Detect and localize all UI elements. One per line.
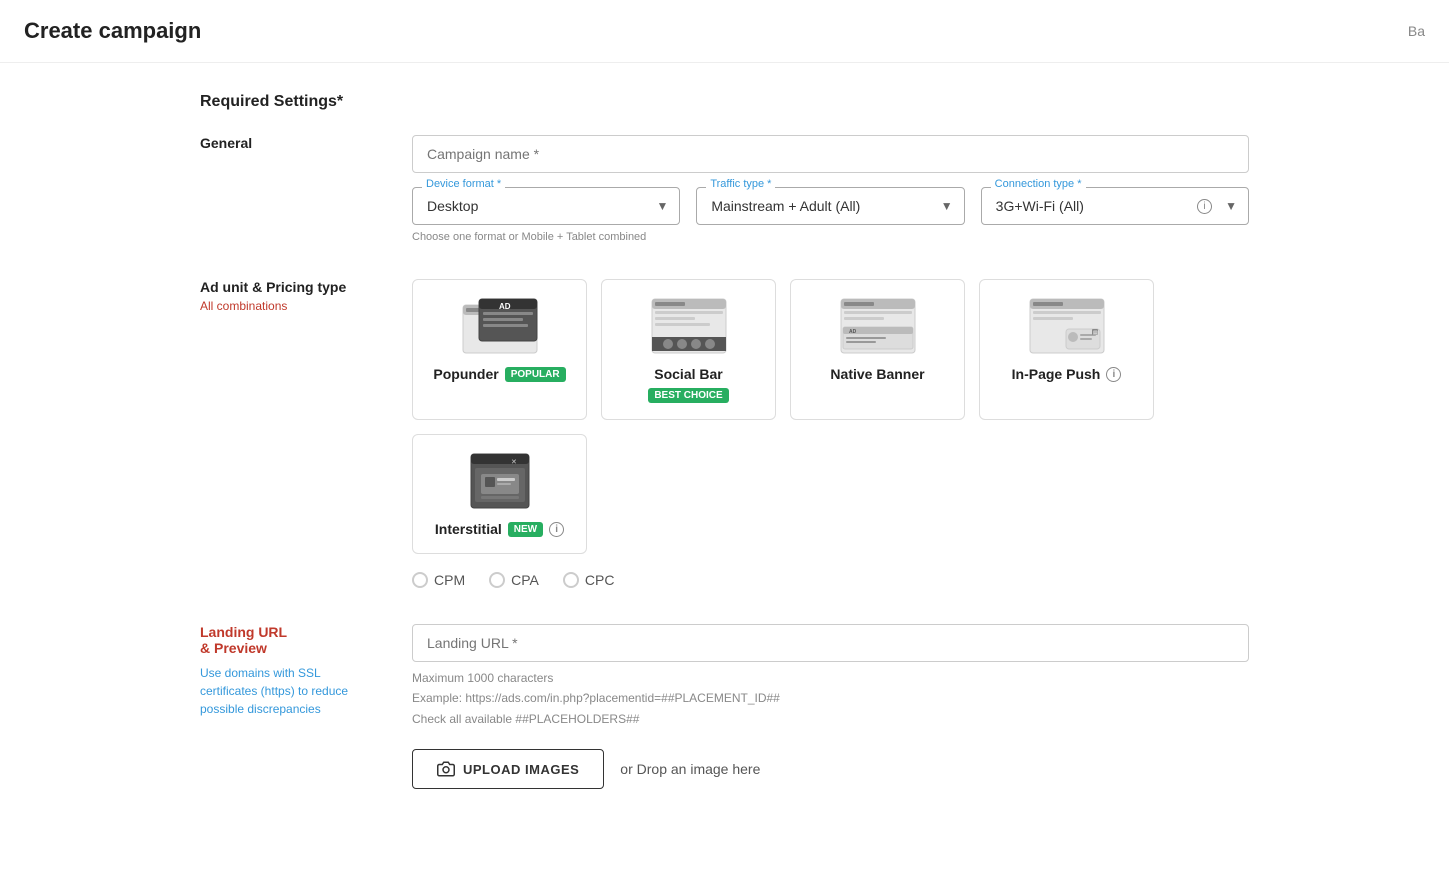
inpagepush-label: In-Page Push i xyxy=(1012,366,1122,382)
landing-url-hint: Use domains with SSL certificates (https… xyxy=(200,664,380,718)
interstitial-badge: NEW xyxy=(508,522,543,537)
pricing-cpa[interactable]: CPA xyxy=(489,572,539,588)
upload-images-label: UPLOAD IMAGES xyxy=(463,762,579,777)
ad-card-popunder[interactable]: AD Popunder POPULAR xyxy=(412,279,587,420)
upload-images-button[interactable]: UPLOAD IMAGES xyxy=(412,749,604,789)
cpc-radio-circle xyxy=(563,572,579,588)
cpm-label: CPM xyxy=(434,572,465,588)
traffic-type-wrapper: Traffic type * Mainstream + Adult (All) … xyxy=(696,187,964,225)
cpa-radio-circle xyxy=(489,572,505,588)
ad-unit-sublabel: All combinations xyxy=(200,299,380,313)
connection-type-label: Connection type * xyxy=(991,178,1086,190)
inpagepush-info-icon[interactable]: i xyxy=(1106,367,1121,382)
svg-text:▤: ▤ xyxy=(1093,330,1098,336)
device-format-select[interactable]: Desktop Mobile Tablet Mobile + Tablet xyxy=(412,187,680,225)
url-example-hint: Example: https://ads.com/in.php?placemen… xyxy=(412,688,1249,708)
url-hints: Maximum 1000 characters Example: https:/… xyxy=(412,668,1249,729)
inpagepush-icon: ▤ xyxy=(1027,296,1107,356)
landing-url-input[interactable] xyxy=(412,624,1249,662)
svg-text:✕: ✕ xyxy=(511,459,517,466)
traffic-type-select[interactable]: Mainstream + Adult (All) Mainstream Adul… xyxy=(696,187,964,225)
format-hint: Choose one format or Mobile + Tablet com… xyxy=(412,231,1249,243)
pricing-cpc[interactable]: CPC xyxy=(563,572,615,588)
popunder-badge: POPULAR xyxy=(505,367,566,382)
popunder-label: Popunder POPULAR xyxy=(433,366,565,382)
interstitial-icon: ✕ xyxy=(460,451,540,511)
page-title: Create campaign xyxy=(24,18,201,44)
landing-url-label: Landing URL & Preview xyxy=(200,624,380,656)
landing-url-section: Landing URL & Preview Use domains with S… xyxy=(200,624,1249,789)
nativebanner-label: Native Banner xyxy=(830,366,924,382)
cpc-label: CPC xyxy=(585,572,615,588)
ad-card-socialbar[interactable]: Social Bar BEST CHOICE xyxy=(601,279,776,420)
ad-unit-section: Ad unit & Pricing type All combinations … xyxy=(200,279,1249,588)
svg-text:AD: AD xyxy=(499,302,511,311)
ad-cards-grid-row2: ✕ Interstitial NEW i xyxy=(412,434,1249,554)
device-format-label: Device format * xyxy=(422,178,505,190)
back-label[interactable]: Ba xyxy=(1408,23,1425,39)
pricing-row: CPM CPA CPC xyxy=(412,572,1249,588)
ad-cards-grid: AD Popunder POPULAR xyxy=(412,279,1249,420)
ad-unit-label: Ad unit & Pricing type xyxy=(200,279,380,295)
upload-row: UPLOAD IMAGES or Drop an image here xyxy=(412,749,1249,789)
socialbar-icon xyxy=(649,296,729,356)
section-title: Required Settings* xyxy=(200,93,1249,111)
device-format-wrapper: Device format * Desktop Mobile Tablet Mo… xyxy=(412,187,680,225)
interstitial-info-icon[interactable]: i xyxy=(549,522,564,537)
camera-icon xyxy=(437,760,455,778)
url-check-hint: Check all available ##PLACEHOLDERS## xyxy=(412,709,1249,729)
cpm-radio-circle xyxy=(412,572,428,588)
connection-info-icon[interactable]: i xyxy=(1197,199,1212,214)
campaign-name-input[interactable] xyxy=(412,135,1249,173)
traffic-type-label: Traffic type * xyxy=(706,178,775,190)
url-max-hint: Maximum 1000 characters xyxy=(412,668,1249,688)
connection-type-value: 3G+Wi-Fi (All) xyxy=(996,198,1197,214)
connection-type-wrapper: Connection type * 3G+Wi-Fi (All) i ▼ xyxy=(981,187,1249,225)
popunder-icon: AD xyxy=(460,296,540,356)
ad-card-inpagepush[interactable]: ▤ In-Page Push i xyxy=(979,279,1154,420)
cpa-label: CPA xyxy=(511,572,539,588)
interstitial-label: Interstitial NEW i xyxy=(435,521,564,537)
ad-card-interstitial[interactable]: ✕ Interstitial NEW i xyxy=(412,434,587,554)
general-label: General xyxy=(200,135,380,151)
upload-or-text: or Drop an image here xyxy=(620,761,760,777)
pricing-cpm[interactable]: CPM xyxy=(412,572,465,588)
socialbar-label: Social Bar BEST CHOICE xyxy=(622,366,755,403)
svg-text:AD: AD xyxy=(849,329,857,335)
general-section: General Device format * Desktop Mobile T… xyxy=(200,135,1249,243)
nativebanner-icon: AD xyxy=(838,296,918,356)
ad-card-nativebanner[interactable]: AD Native Banner xyxy=(790,279,965,420)
socialbar-badge: BEST CHOICE xyxy=(648,388,728,403)
